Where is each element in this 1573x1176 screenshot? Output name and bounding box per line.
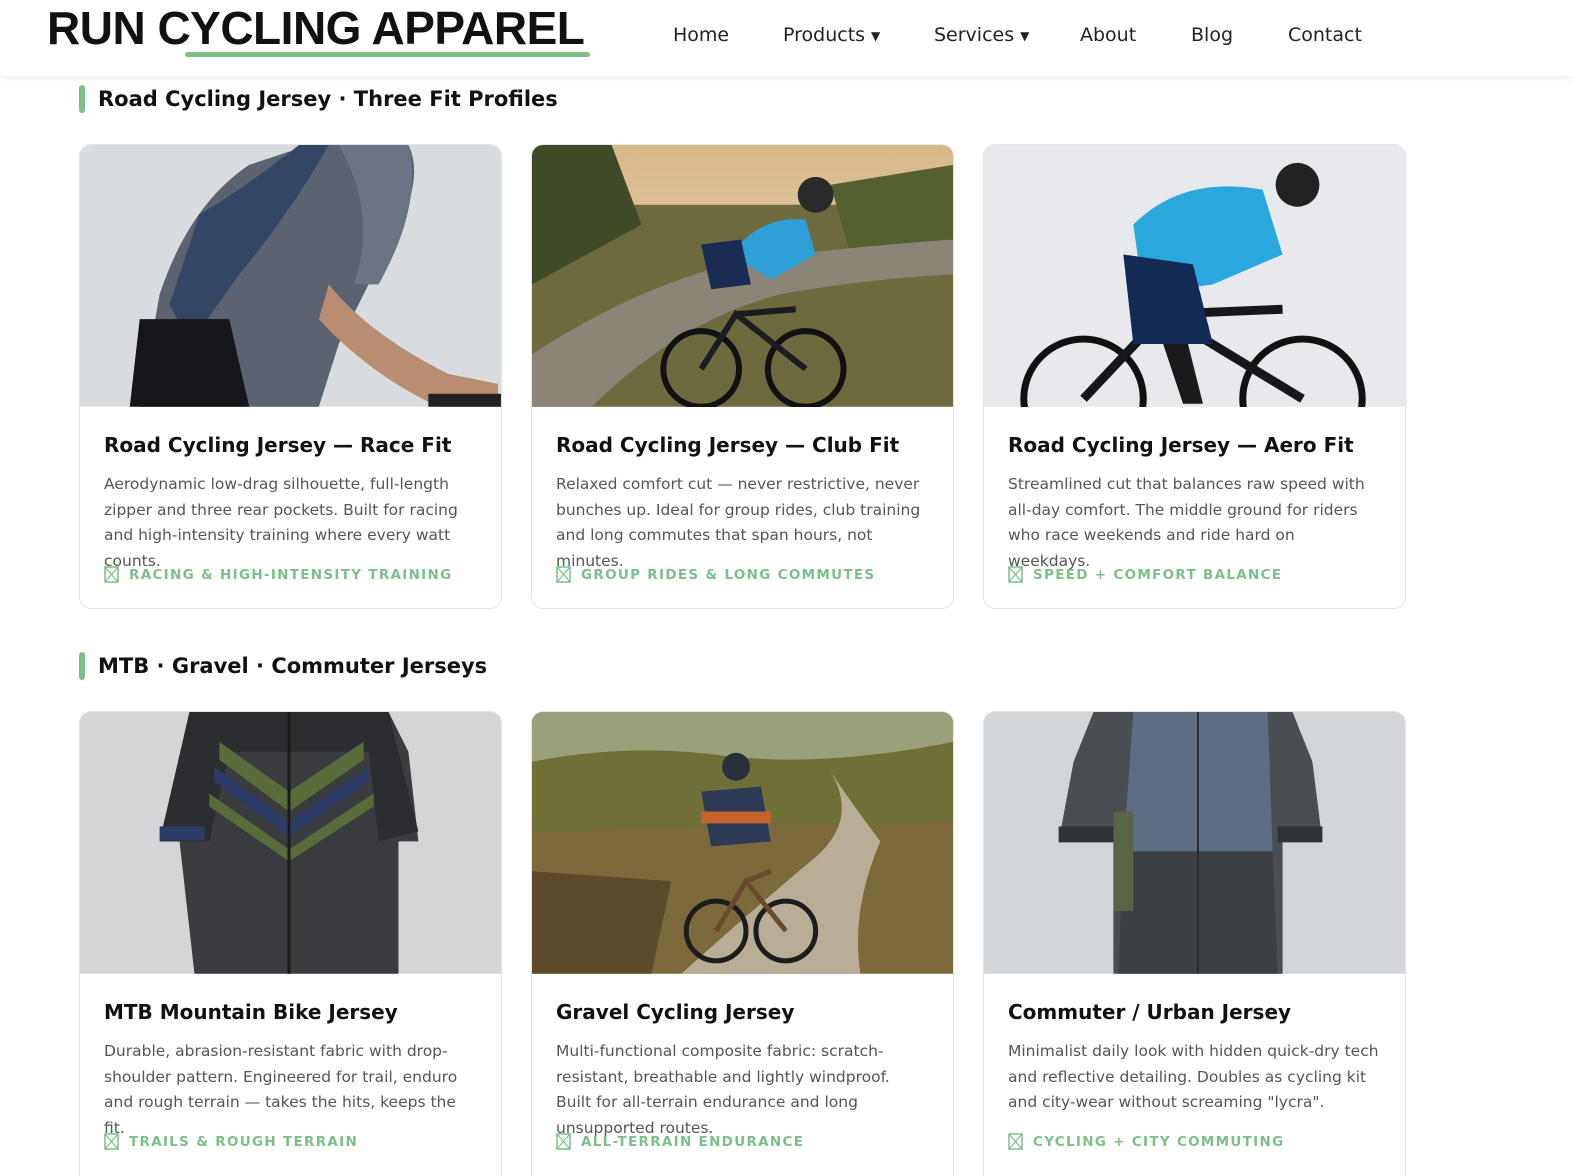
product-image[interactable] xyxy=(984,145,1405,408)
hourglass-icon xyxy=(1008,1133,1023,1150)
nav-about-label: About xyxy=(1080,24,1137,46)
card-title[interactable]: MTB Mountain Bike Jersey xyxy=(104,999,477,1025)
nav-home[interactable]: Home xyxy=(673,24,729,46)
nav-products-label: Products xyxy=(783,24,866,46)
card-tag: SPEED + COMFORT BALANCE xyxy=(1008,566,1381,583)
jersey-race-fit-image xyxy=(80,145,501,407)
logo-underline xyxy=(185,52,590,57)
card-tag-label: CYCLING + CITY COMMUTING xyxy=(1033,1133,1285,1150)
section-accent-bar xyxy=(79,85,85,113)
hourglass-icon xyxy=(556,566,571,583)
jersey-mtb-image xyxy=(80,712,501,974)
product-image[interactable] xyxy=(532,712,953,975)
product-card-club-fit[interactable]: Road Cycling Jersey — Club Fit Relaxed c… xyxy=(531,144,954,609)
nav-contact-label: Contact xyxy=(1288,24,1362,46)
hourglass-icon xyxy=(104,566,119,583)
product-image[interactable] xyxy=(532,145,953,408)
card-tag: ALL-TERRAIN ENDURANCE xyxy=(556,1133,929,1150)
product-card-gravel[interactable]: Gravel Cycling Jersey Multi-functional c… xyxy=(531,711,954,1176)
nav-services-label: Services xyxy=(934,24,1015,46)
chevron-down-icon: ▼ xyxy=(1020,29,1030,43)
nav-blog[interactable]: Blog xyxy=(1191,24,1233,46)
section-heading: Road Cycling Jersey · Three Fit Profiles xyxy=(98,87,558,111)
card-tag: TRAILS & ROUGH TERRAIN xyxy=(104,1133,477,1150)
card-title[interactable]: Commuter / Urban Jersey xyxy=(1008,999,1381,1025)
card-title[interactable]: Gravel Cycling Jersey xyxy=(556,999,929,1025)
section-title-road: Road Cycling Jersey · Three Fit Profiles xyxy=(79,85,558,113)
nav-blog-label: Blog xyxy=(1191,24,1233,46)
product-card-race-fit[interactable]: Road Cycling Jersey — Race Fit Aerodynam… xyxy=(79,144,502,609)
card-title[interactable]: Road Cycling Jersey — Club Fit xyxy=(556,432,929,458)
card-description: Multi-functional composite fabric: scrat… xyxy=(556,1042,890,1137)
section-accent-bar xyxy=(79,652,85,680)
section-heading: MTB · Gravel · Commuter Jerseys xyxy=(98,654,488,678)
nav-products[interactable]: Products ▼ xyxy=(783,24,880,46)
product-image[interactable] xyxy=(80,712,501,975)
card-description: Streamlined cut that balances raw speed … xyxy=(1008,475,1365,570)
nav-contact[interactable]: Contact xyxy=(1288,24,1362,46)
card-description: Minimalist daily look with hidden quick-… xyxy=(1008,1042,1379,1111)
hourglass-icon xyxy=(1008,566,1023,583)
jersey-club-fit-image xyxy=(532,145,953,407)
chevron-down-icon: ▼ xyxy=(871,29,881,43)
hourglass-icon xyxy=(556,1133,571,1150)
card-tag-label: TRAILS & ROUGH TERRAIN xyxy=(129,1133,359,1150)
card-description: Aerodynamic low-drag silhouette, full-le… xyxy=(104,475,458,570)
section-title-mtb-gravel-commuter: MTB · Gravel · Commuter Jerseys xyxy=(79,652,487,680)
hourglass-icon xyxy=(104,1133,119,1150)
product-image[interactable] xyxy=(984,712,1405,975)
product-image[interactable] xyxy=(80,145,501,408)
nav-home-label: Home xyxy=(673,24,730,46)
card-tag: CYCLING + CITY COMMUTING xyxy=(1008,1133,1381,1150)
card-tag-label: ALL-TERRAIN ENDURANCE xyxy=(581,1133,805,1150)
jersey-aero-fit-image xyxy=(984,145,1405,407)
product-card-aero-fit[interactable]: Road Cycling Jersey — Aero Fit Streamlin… xyxy=(983,144,1406,609)
jersey-gravel-image xyxy=(532,712,953,974)
jersey-commuter-image xyxy=(984,712,1405,974)
card-tag-label: SPEED + COMFORT BALANCE xyxy=(1033,566,1283,583)
product-card-mtb[interactable]: MTB Mountain Bike Jersey Durable, abrasi… xyxy=(79,711,502,1176)
card-description: Relaxed comfort cut — never restrictive,… xyxy=(556,475,921,570)
nav-services[interactable]: Services ▼ xyxy=(934,24,1029,46)
card-tag: GROUP RIDES & LONG COMMUTES xyxy=(556,566,929,583)
card-tag: RACING & HIGH-INTENSITY TRAINING xyxy=(104,566,477,583)
card-title[interactable]: Road Cycling Jersey — Race Fit xyxy=(104,432,477,458)
card-tag-label: RACING & HIGH-INTENSITY TRAINING xyxy=(129,566,453,583)
card-description: Durable, abrasion-resistant fabric with … xyxy=(104,1042,458,1137)
site-header: RUN CYCLING APPAREL Home Products ▼ Servi… xyxy=(0,0,1573,76)
card-title[interactable]: Road Cycling Jersey — Aero Fit xyxy=(1008,432,1381,458)
card-tag-label: GROUP RIDES & LONG COMMUTES xyxy=(581,566,876,583)
product-card-commuter[interactable]: Commuter / Urban Jersey Minimalist daily… xyxy=(983,711,1406,1176)
brand-logo[interactable]: RUN CYCLING APPAREL xyxy=(47,4,585,52)
nav-about[interactable]: About xyxy=(1080,24,1136,46)
